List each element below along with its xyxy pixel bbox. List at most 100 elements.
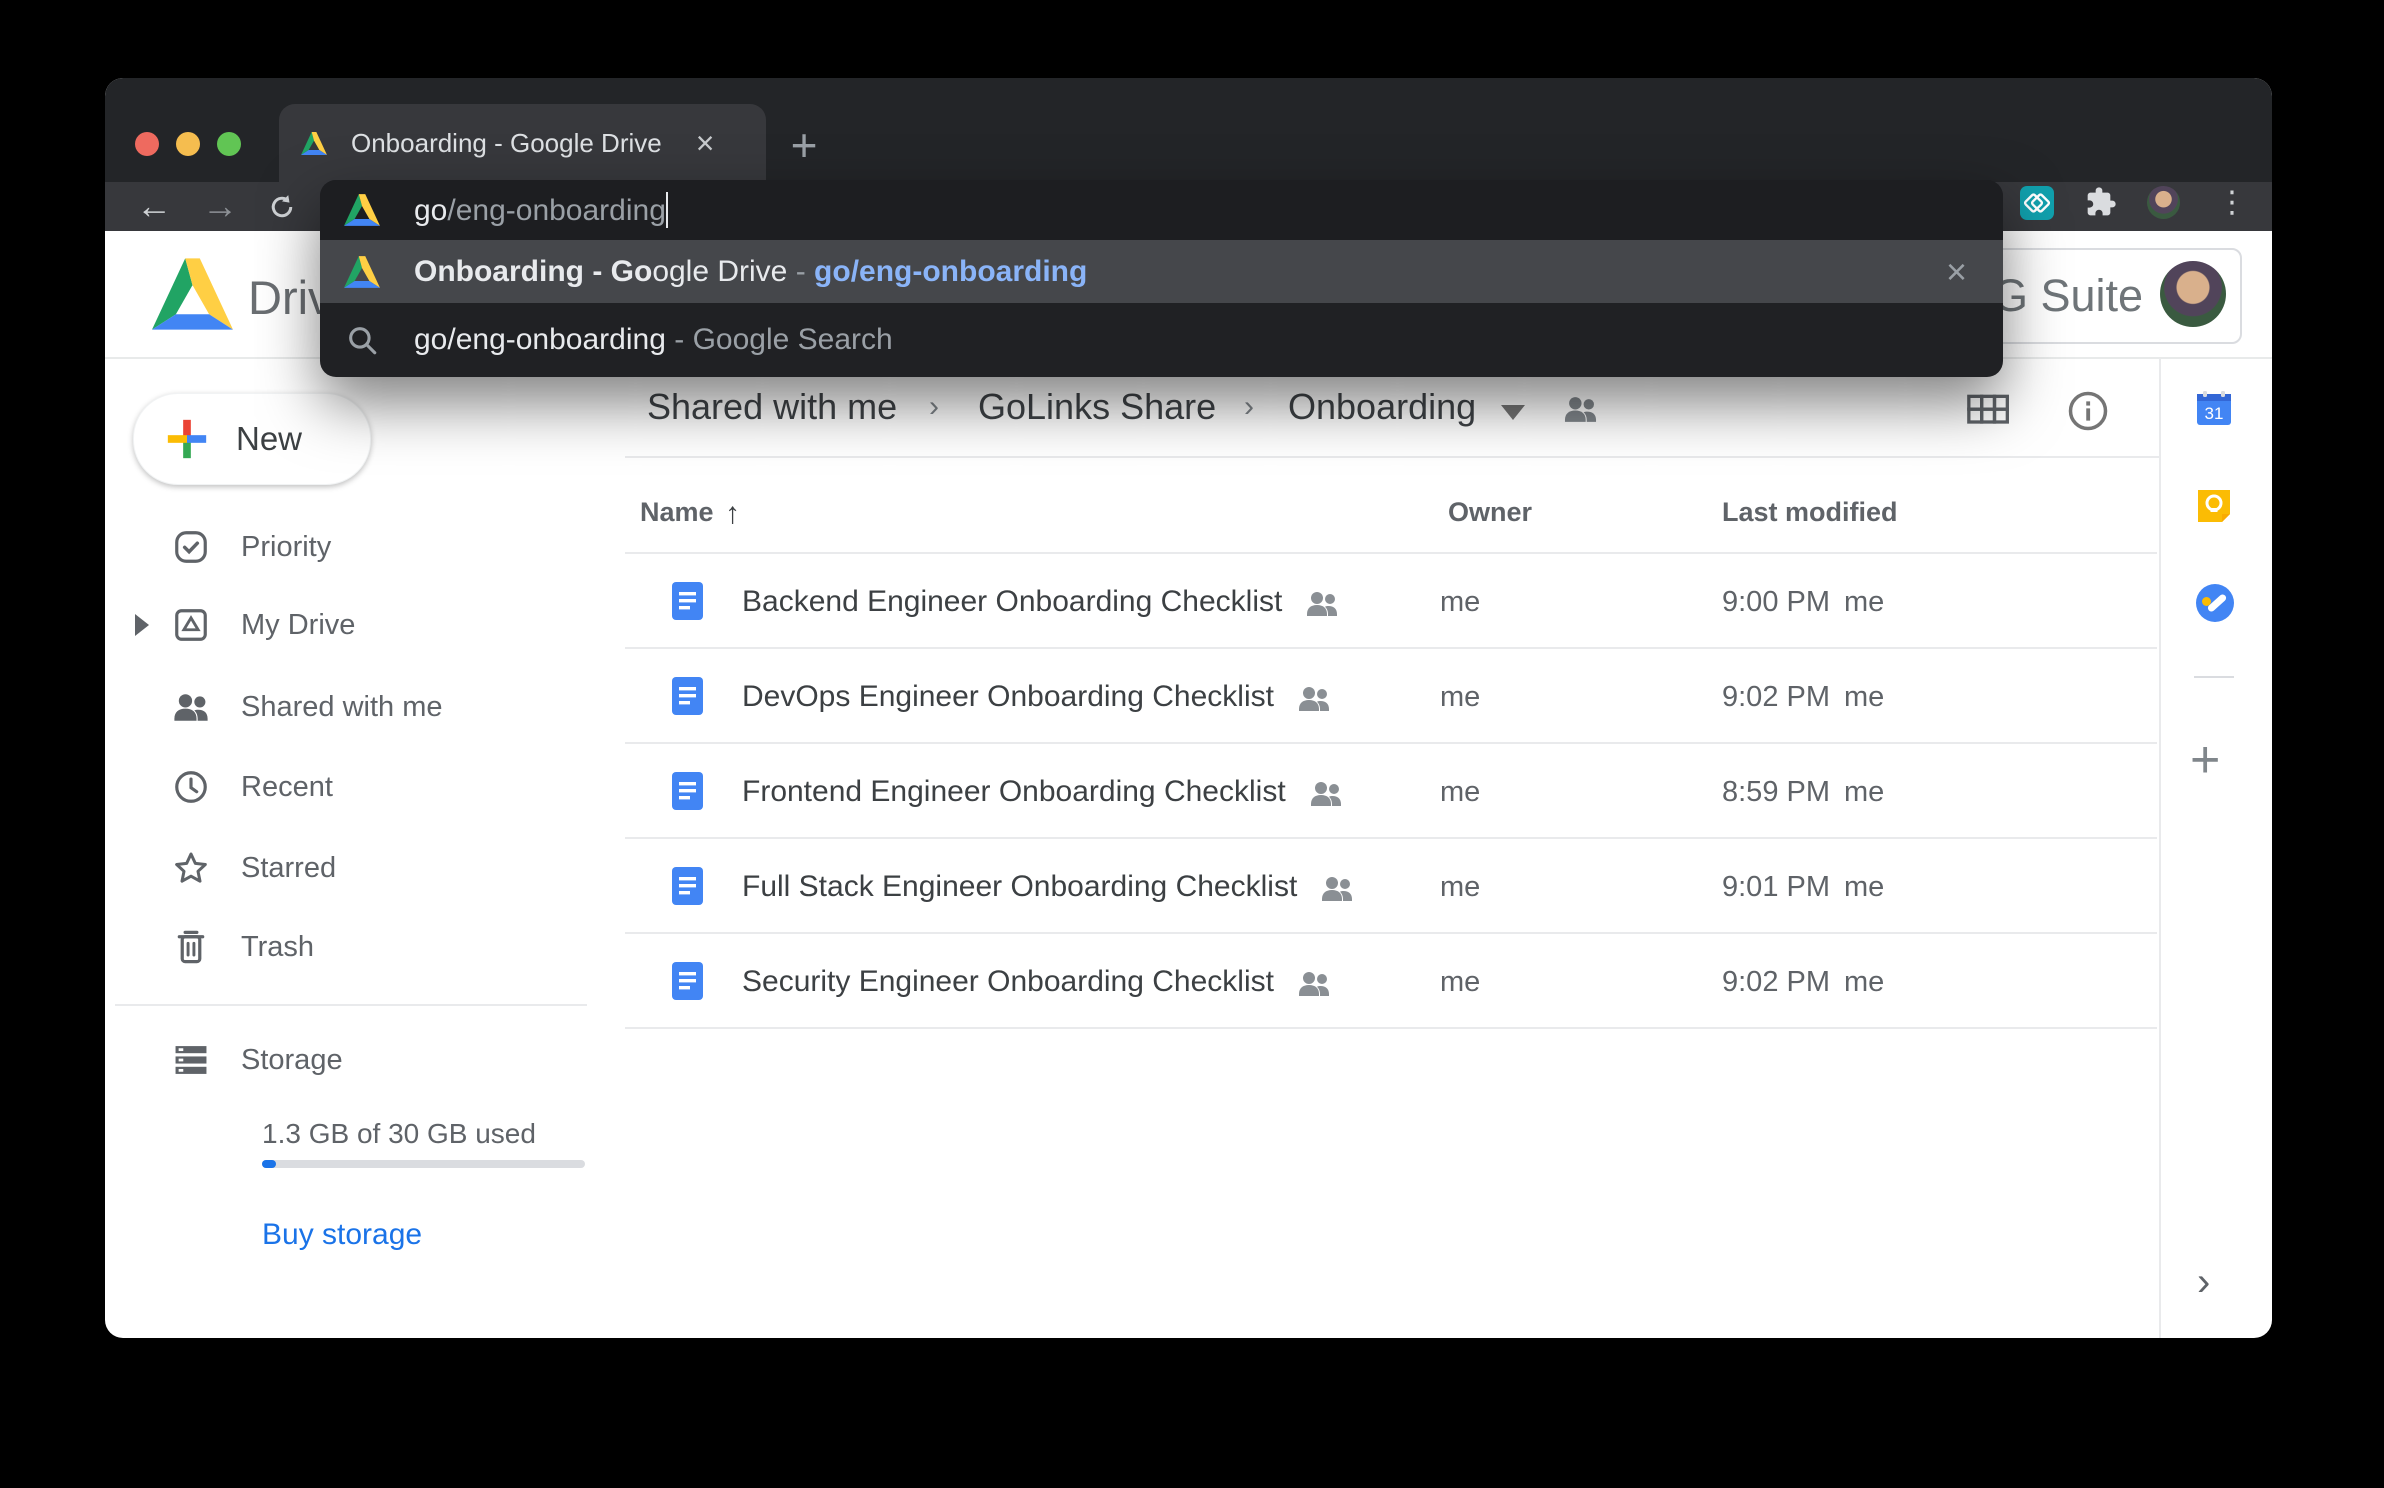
sidebar-divider	[115, 1004, 587, 1006]
file-owner: me	[1440, 776, 1480, 809]
remove-suggestion-icon[interactable]: ×	[1946, 251, 1967, 293]
add-side-panel-app-icon[interactable]: +	[2190, 730, 2220, 790]
calendar-icon[interactable]: 31	[2194, 388, 2234, 433]
my-drive-icon	[171, 606, 211, 644]
suggestion-engine: Google Search	[693, 323, 893, 356]
info-icon[interactable]	[2067, 390, 2109, 432]
side-panel-divider-small	[2194, 676, 2234, 678]
minimize-window-button[interactable]	[176, 132, 200, 156]
file-owner: me	[1440, 871, 1480, 904]
sidebar-label: My Drive	[241, 609, 355, 642]
breadcrumb-divider	[625, 456, 2160, 458]
suggestion-title-bold: Onboarding - Go	[414, 255, 652, 288]
file-row[interactable]: DevOps Engineer Onboarding Checklist me …	[625, 649, 2157, 744]
sidebar-label: Recent	[241, 771, 333, 804]
sidebar-label: Storage	[241, 1044, 343, 1077]
suggestion-title: ogle Drive	[652, 255, 787, 288]
file-row[interactable]: Full Stack Engineer Onboarding Checklist…	[625, 839, 2157, 934]
breadcrumb-shared-with-me[interactable]: Shared with me	[647, 386, 897, 428]
desktop: Onboarding - Google Drive × + ← → ⋮ Driv…	[0, 0, 2384, 1488]
file-last-modified: 9:02 PMme	[1722, 966, 1884, 999]
tab-title: Onboarding - Google Drive	[351, 128, 662, 159]
omnibox-dropdown: go/eng-onboarding Onboarding - Google Dr…	[320, 180, 2003, 377]
sort-ascending-icon[interactable]: ↑	[725, 497, 740, 531]
back-button[interactable]: ←	[131, 184, 177, 230]
sidebar-item-recent[interactable]: Recent	[105, 748, 605, 826]
zoom-window-button[interactable]	[217, 132, 241, 156]
tab-bar: Onboarding - Google Drive × +	[105, 78, 2272, 182]
close-window-button[interactable]	[135, 132, 159, 156]
search-icon	[342, 323, 382, 357]
column-header-owner[interactable]: Owner	[1448, 497, 1532, 528]
file-row[interactable]: Backend Engineer Onboarding Checklist me…	[625, 554, 2157, 649]
google-doc-icon	[672, 582, 703, 620]
new-plus-icon	[164, 416, 210, 462]
file-name: Backend Engineer Onboarding Checklist	[742, 585, 1282, 619]
breadcrumb-onboarding[interactable]: Onboarding	[1288, 386, 1476, 428]
sidebar-item-shared-with-me[interactable]: Shared with me	[105, 668, 605, 746]
file-last-modified: 9:02 PMme	[1722, 681, 1884, 714]
sidebar-item-my-drive[interactable]: My Drive	[105, 586, 605, 664]
buy-storage-link[interactable]: Buy storage	[262, 1218, 422, 1252]
browser-menu-icon[interactable]: ⋮	[2217, 186, 2247, 220]
reload-button[interactable]	[259, 184, 305, 230]
file-owner: me	[1440, 586, 1480, 619]
omnibox-completion-text: /eng-onboarding	[447, 194, 666, 227]
storage-usage-text: 1.3 GB of 30 GB used	[262, 1118, 536, 1150]
column-header-last-modified[interactable]: Last modified	[1722, 497, 1898, 528]
column-header-name[interactable]: Name	[640, 497, 714, 528]
trash-icon	[171, 928, 211, 966]
file-last-modified: 9:00 PMme	[1722, 586, 1884, 619]
sidebar-label: Priority	[241, 531, 331, 564]
browser-window: Onboarding - Google Drive × + ← → ⋮ Driv…	[105, 78, 2272, 1338]
suggestion-google-search[interactable]: go/eng-onboarding - Google Search	[320, 303, 2003, 377]
drive-site-icon	[342, 194, 382, 226]
file-name: DevOps Engineer Onboarding Checklist	[742, 680, 1274, 714]
file-owner: me	[1440, 966, 1480, 999]
suggestion-separator: -	[787, 255, 814, 288]
new-tab-button[interactable]: +	[781, 122, 827, 168]
shared-with-me-icon	[171, 692, 211, 723]
priority-icon	[171, 528, 211, 566]
sidebar-item-priority[interactable]: Priority	[105, 508, 605, 586]
sidebar-label: Shared with me	[241, 691, 443, 724]
omnibox[interactable]: go/eng-onboarding	[320, 180, 2003, 240]
account-avatar[interactable]	[2160, 261, 2226, 327]
storage-progress-bar	[262, 1160, 585, 1168]
file-name: Security Engineer Onboarding Checklist	[742, 965, 1274, 999]
file-shared-icon	[1308, 780, 1344, 808]
sidebar-item-starred[interactable]: Starred	[105, 829, 605, 907]
tab-close-icon[interactable]: ×	[696, 125, 715, 162]
folder-shared-icon	[1562, 395, 1599, 424]
breadcrumb-separator: ›	[929, 390, 939, 424]
browser-profile-avatar[interactable]	[2147, 186, 2180, 219]
google-doc-icon	[672, 867, 703, 905]
collapse-side-panel-icon[interactable]: ›	[2197, 1260, 2210, 1305]
file-shared-icon	[1296, 685, 1332, 713]
drive-favicon	[301, 132, 327, 155]
keep-icon[interactable]	[2194, 486, 2234, 531]
forward-button[interactable]: →	[197, 184, 243, 230]
svg-text:31: 31	[2205, 404, 2224, 423]
file-row[interactable]: Frontend Engineer Onboarding Checklist m…	[625, 744, 2157, 839]
file-owner: me	[1440, 681, 1480, 714]
google-doc-icon	[672, 772, 703, 810]
new-button[interactable]: New	[133, 393, 371, 485]
file-last-modified: 9:01 PMme	[1722, 871, 1884, 904]
breadcrumb-golinks-share[interactable]: GoLinks Share	[978, 386, 1216, 428]
sidebar-item-storage[interactable]: Storage	[105, 1021, 605, 1099]
extensions-puzzle-icon[interactable]	[2085, 186, 2117, 223]
tasks-icon[interactable]	[2194, 582, 2236, 629]
sidebar-label: Trash	[241, 931, 314, 964]
golinks-extension-icon[interactable]	[2020, 186, 2054, 225]
file-row[interactable]: Security Engineer Onboarding Checklist m…	[625, 934, 2157, 1029]
text-cursor	[666, 192, 668, 228]
browser-tab[interactable]: Onboarding - Google Drive ×	[279, 104, 766, 182]
grid-view-icon[interactable]	[1967, 394, 2011, 428]
folder-dropdown-caret-icon[interactable]	[1501, 405, 1525, 420]
suggestion-drive-onboarding[interactable]: Onboarding - Google Drive - go/eng-onboa…	[320, 240, 2003, 303]
new-button-label: New	[236, 420, 302, 458]
suggestion-url: go/eng-onboarding	[814, 255, 1087, 288]
sidebar-item-trash[interactable]: Trash	[105, 908, 605, 986]
side-panel-divider	[2159, 358, 2161, 1338]
